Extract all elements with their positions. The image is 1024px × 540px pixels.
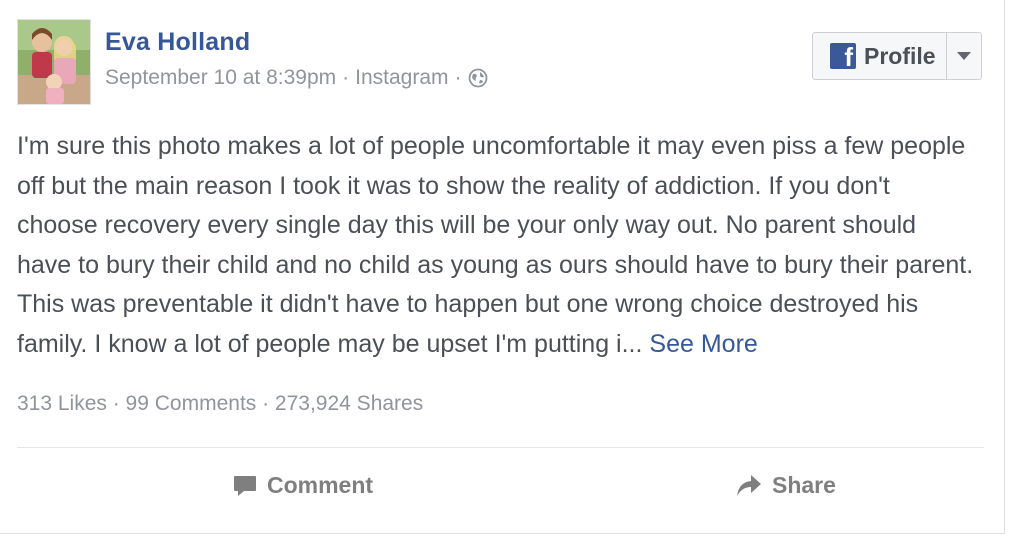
post-timestamp[interactable]: September 10 at 8:39pm <box>105 66 336 90</box>
share-button[interactable]: Share <box>735 472 836 499</box>
profile-button-label: Profile <box>864 42 936 69</box>
post-body: I'm sure this photo makes a lot of peopl… <box>17 127 977 364</box>
meta-separator: · <box>342 66 350 89</box>
post-card: Eva Holland September 10 at 8:39pm · Ins… <box>0 0 1005 534</box>
comment-icon <box>234 475 256 496</box>
chevron-down-icon <box>957 52 971 60</box>
post-text: I'm sure this photo makes a lot of peopl… <box>17 132 974 358</box>
comment-button[interactable]: Comment <box>232 472 373 499</box>
globe-icon[interactable] <box>468 68 488 88</box>
profile-link[interactable]: f Profile <box>813 33 946 79</box>
profile-button[interactable]: f Profile <box>812 32 982 80</box>
see-more-link[interactable]: See More <box>649 330 757 358</box>
facebook-logo-icon: f <box>830 43 856 69</box>
post-meta: September 10 at 8:39pm · Instagram · <box>105 66 488 90</box>
divider <box>17 447 984 448</box>
profile-dropdown-button[interactable] <box>947 33 981 79</box>
meta-separator: · <box>454 66 462 89</box>
post-source[interactable]: Instagram <box>355 66 448 90</box>
avatar[interactable] <box>17 19 91 105</box>
author-name[interactable]: Eva Holland <box>105 28 250 57</box>
share-arrow-icon <box>737 474 761 496</box>
post-stats[interactable]: 313 Likes · 99 Comments · 273,924 Shares <box>17 392 423 416</box>
avatar-photo <box>18 20 90 104</box>
share-label: Share <box>772 472 836 498</box>
comment-label: Comment <box>267 472 374 498</box>
